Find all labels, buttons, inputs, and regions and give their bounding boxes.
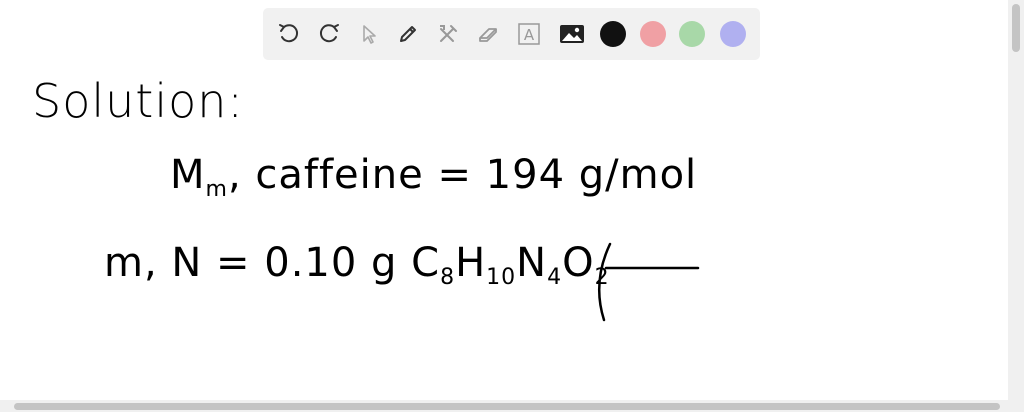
text-button[interactable]: A xyxy=(515,20,543,48)
vertical-scrollbar[interactable] xyxy=(1008,0,1024,400)
color-swatch-black[interactable] xyxy=(600,21,626,47)
tools-button[interactable] xyxy=(434,20,462,48)
undo-icon xyxy=(279,24,299,43)
tools-icon xyxy=(440,25,457,42)
handwritten-strokes xyxy=(598,242,700,322)
select-button[interactable] xyxy=(355,20,383,48)
color-swatch-blue[interactable] xyxy=(720,21,746,47)
text-box-glyph: A xyxy=(524,26,535,44)
redo-button[interactable] xyxy=(315,20,343,48)
vertical-scrollbar-thumb[interactable] xyxy=(1012,4,1020,52)
open-paren-stroke xyxy=(598,242,612,322)
text-box-icon: A xyxy=(518,23,540,45)
whiteboard-canvas[interactable]: Solution: Mm, caffeine = 194 g/mol m, N … xyxy=(0,0,1008,400)
color-swatch-red[interactable] xyxy=(640,21,666,47)
eraser-button[interactable] xyxy=(474,20,502,48)
pen-button[interactable] xyxy=(394,20,422,48)
select-pointer-icon xyxy=(363,25,376,44)
drawing-toolbar: A xyxy=(263,8,760,60)
horizontal-scrollbar-thumb[interactable] xyxy=(14,403,1000,410)
redo-icon xyxy=(319,24,339,43)
eraser-icon xyxy=(479,28,497,42)
undo-button[interactable] xyxy=(275,20,303,48)
pen-icon xyxy=(400,26,416,42)
color-swatch-green[interactable] xyxy=(679,21,705,47)
image-button[interactable] xyxy=(558,20,586,48)
image-icon xyxy=(560,25,584,43)
